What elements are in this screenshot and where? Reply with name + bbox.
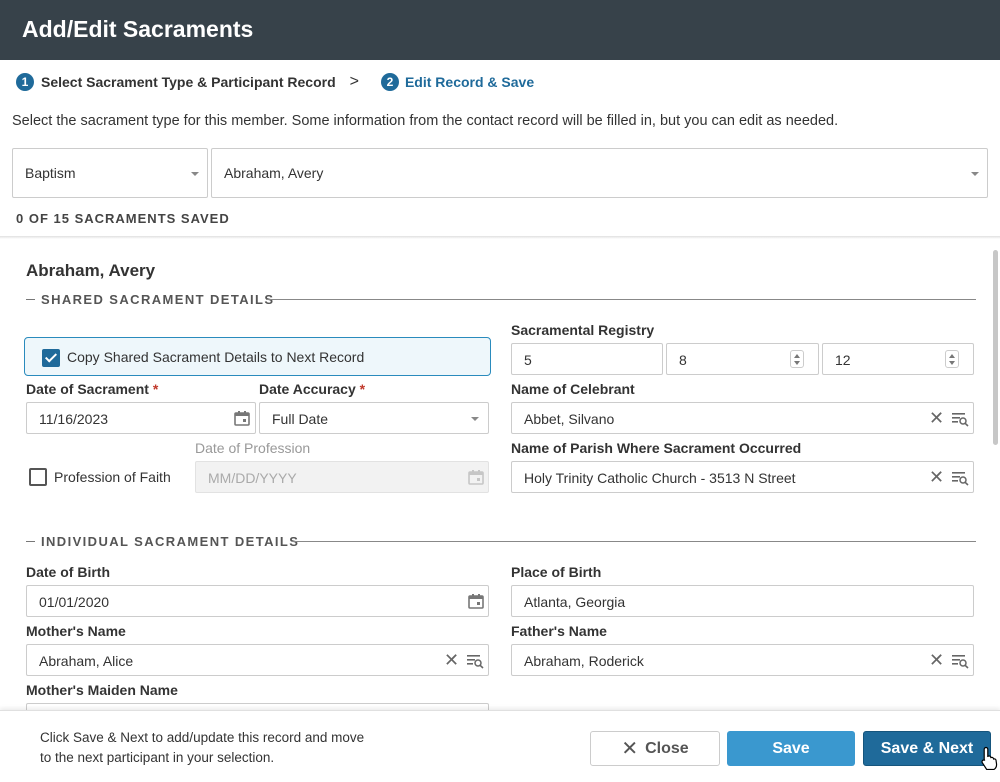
- step1-label[interactable]: Select Sacrament Type & Participant Reco…: [41, 74, 336, 90]
- father-name-input[interactable]: Abraham, Roderick ✕: [511, 644, 974, 676]
- section-divider: [292, 541, 976, 542]
- section-divider: [266, 299, 976, 300]
- stepper-icon[interactable]: [790, 350, 804, 368]
- copy-details-label: Copy Shared Sacrament Details to Next Re…: [67, 349, 365, 365]
- footer-help-text: Click Save & Next to add/update this rec…: [40, 730, 365, 765]
- date-of-profession-input: MM/DD/YYYY: [195, 461, 489, 493]
- profession-of-faith-checkbox[interactable]: [29, 468, 47, 486]
- dob-input[interactable]: 01/01/2020: [26, 585, 489, 617]
- hand-cursor-icon: [980, 746, 998, 771]
- stepper-icon[interactable]: [945, 350, 959, 368]
- parish-input[interactable]: Holy Trinity Catholic Church - 3513 N St…: [511, 461, 974, 493]
- pob-input[interactable]: Atlanta, Georgia: [511, 585, 974, 617]
- copy-details-checkbox[interactable]: [42, 349, 60, 367]
- chevron-down-icon: [191, 172, 199, 176]
- close-icon: ✕: [621, 738, 639, 760]
- step2-number: 2: [380, 73, 399, 91]
- intro-text: Select the sacrament type for this membe…: [12, 113, 839, 129]
- pob-label: Place of Birth: [511, 564, 602, 580]
- calendar-icon: [468, 469, 484, 485]
- father-name-label: Father's Name: [511, 623, 607, 639]
- maiden-name-label: Mother's Maiden Name: [26, 682, 178, 698]
- dialog-footer: Click Save & Next to add/update this rec…: [0, 710, 1000, 782]
- dialog-header: Add/Edit Sacraments: [0, 0, 1000, 60]
- saved-count: 0 OF 15 SACRAMENTS SAVED: [16, 211, 230, 226]
- step1-number: 1: [16, 73, 34, 91]
- mother-name-label: Mother's Name: [26, 623, 126, 639]
- dialog-title: Add/Edit Sacraments: [22, 16, 254, 42]
- clear-icon[interactable]: ✕: [929, 409, 944, 427]
- step2-label: Edit Record & Save: [404, 74, 535, 90]
- clear-icon[interactable]: ✕: [444, 651, 459, 669]
- stepper: 1 Select Sacrament Type & Participant Re…: [16, 72, 534, 92]
- divider: [0, 236, 1000, 239]
- lookup-icon[interactable]: [951, 411, 969, 427]
- save-next-button[interactable]: Save & Next: [863, 731, 991, 766]
- date-accuracy-select[interactable]: Full Date: [259, 402, 489, 434]
- date-accuracy-label: Date Accuracy *: [259, 381, 366, 397]
- parish-label: Name of Parish Where Sacrament Occurred: [511, 440, 802, 456]
- save-button[interactable]: Save: [727, 731, 855, 766]
- registry-page-input[interactable]: 8: [666, 343, 819, 375]
- registry-label: Sacramental Registry: [511, 322, 655, 338]
- clear-icon[interactable]: ✕: [929, 651, 944, 669]
- date-of-sacrament-input[interactable]: 11/16/2023: [26, 402, 256, 434]
- record-name: Abraham, Avery: [26, 261, 156, 280]
- lookup-icon[interactable]: [466, 653, 484, 669]
- date-of-profession-label: Date of Profession: [195, 440, 311, 456]
- mother-name-input[interactable]: Abraham, Alice ✕: [26, 644, 489, 676]
- sacrament-type-value: Baptism: [25, 165, 76, 181]
- date-of-sacrament-label: Date of Sacrament *: [26, 381, 159, 397]
- dob-label: Date of Birth: [26, 564, 110, 580]
- close-button[interactable]: ✕ Close: [590, 731, 720, 766]
- step-separator: >: [349, 73, 359, 90]
- sacrament-type-select[interactable]: Baptism: [12, 148, 208, 198]
- lookup-icon[interactable]: [951, 653, 969, 669]
- participant-select[interactable]: Abraham, Avery: [211, 148, 988, 198]
- profession-of-faith-label: Profession of Faith: [54, 469, 171, 485]
- individual-section-title: INDIVIDUAL SACRAMENT DETAILS: [26, 534, 299, 549]
- celebrant-label: Name of Celebrant: [511, 381, 635, 397]
- registry-entry-input[interactable]: 12: [822, 343, 974, 375]
- copy-details-toggle[interactable]: Copy Shared Sacrament Details to Next Re…: [24, 337, 491, 376]
- shared-section-title: SHARED SACRAMENT DETAILS: [26, 292, 274, 307]
- chevron-down-icon: [471, 417, 479, 421]
- celebrant-input[interactable]: Abbet, Silvano ✕: [511, 402, 974, 434]
- calendar-icon[interactable]: [468, 593, 484, 609]
- registry-book-input[interactable]: 5: [511, 343, 663, 375]
- scrollbar[interactable]: [993, 250, 998, 445]
- lookup-icon[interactable]: [951, 470, 969, 486]
- chevron-down-icon: [971, 172, 979, 176]
- participant-value: Abraham, Avery: [224, 165, 324, 181]
- clear-icon[interactable]: ✕: [929, 468, 944, 486]
- calendar-icon[interactable]: [234, 410, 250, 426]
